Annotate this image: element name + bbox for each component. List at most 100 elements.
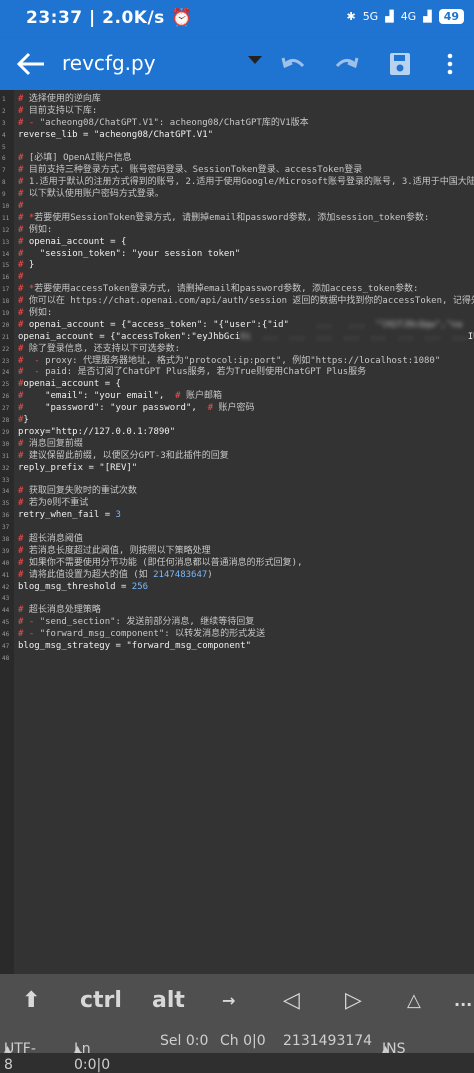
code-line[interactable]: 20 # openai_account = {"access_token": "{… (2, 320, 474, 332)
line-number: 38 (2, 535, 10, 543)
code-token: # (18, 248, 40, 259)
code-line[interactable]: 16 # (2, 272, 474, 284)
code-line[interactable]: 33 (2, 475, 474, 487)
code-line[interactable]: 18 # 你可以在 https://chat.openai.com/api/aut… (2, 296, 474, 308)
code-line[interactable]: 14 # "session_token": "your session token… (2, 249, 474, 261)
code-token: # (18, 486, 29, 497)
code-line[interactable]: 28 #} (2, 415, 474, 427)
code-line[interactable]: 22 # 除了登录信息, 还支持以下可选参数: (2, 344, 474, 356)
code-line[interactable]: 15 # } (2, 260, 474, 272)
shift-key[interactable]: ⬆ (22, 988, 40, 1013)
bluetooth-icon: ✱ (346, 10, 356, 23)
line-text: retry_when_fail = 3 (14, 510, 121, 522)
line-text: # 例如: (14, 308, 52, 320)
back-arrow-icon[interactable] (14, 48, 48, 80)
line-number: 41 (2, 571, 10, 579)
right-key[interactable]: ▷ (345, 988, 362, 1013)
code-line[interactable]: 5 (2, 142, 474, 154)
code-line[interactable]: 29 proxy="http://127.0.0.1:7890" (2, 427, 474, 439)
code-line[interactable]: 35 # 若为0则不重试 (2, 498, 474, 510)
line-number: 31 (2, 452, 10, 460)
code-line[interactable]: 9 # 以下默认使用账户密码方式登录。 (2, 189, 474, 201)
code-line[interactable]: 7 # 目前支持三种登录方式: 账号密码登录、SessionToken登录、acc… (2, 165, 474, 177)
line-text: # 如果你不需要使用分节功能 (即任何消息都以普通消息的形式回复), (14, 558, 303, 570)
code-line[interactable]: 25 #openai_account = { (2, 379, 474, 391)
code-token: proxy="http://127.0.0.1:7890" (18, 426, 176, 437)
code-line[interactable]: 2 # 目前支持以下库: (2, 106, 474, 118)
code-token: # (18, 391, 46, 402)
code-editor[interactable]: 1 # 选择使用的逆向库 2 # 目前支持以下库: 3 # - "acheong08/Ch… (0, 90, 474, 974)
code-line[interactable]: 3 # - "acheong08/ChatGPT.V1": acheong08/C… (2, 118, 474, 130)
redo-icon[interactable] (331, 50, 361, 78)
code-line[interactable]: 19 # 例如: (2, 308, 474, 320)
code-line[interactable]: 12 # 例如: (2, 225, 474, 237)
dropdown-icon[interactable] (248, 56, 262, 64)
code-token: # - (18, 367, 46, 378)
code-line[interactable]: 10 # (2, 201, 474, 213)
code-line[interactable]: 43 (2, 593, 474, 605)
line-number: 45 (2, 619, 10, 627)
more-icon[interactable] (435, 50, 465, 78)
line-number: 16 (2, 274, 10, 282)
code-line[interactable]: 30 # 消息回复前缀 (2, 439, 474, 451)
line-text: # 建议保留此前缀, 以便区分GPT-3和此插件的回复 (14, 451, 229, 463)
selection-info: Sel 0:0 (160, 1032, 209, 1049)
line-text: # 除了登录信息, 还支持以下可选参数: (14, 344, 180, 356)
line-text (14, 142, 18, 154)
code-line[interactable]: 37 (2, 522, 474, 534)
code-token: "password": "your password", (45, 403, 208, 414)
code-line[interactable]: 34 # 获取回复失败时的重试次数 (2, 486, 474, 498)
code-line[interactable]: 40 # 如果你不需要使用分节功能 (即任何消息都以普通消息的形式回复), (2, 558, 474, 570)
code-line[interactable]: 48 (2, 653, 474, 665)
code-line[interactable]: 27 # "password": "your password", # 账户密码 (2, 403, 474, 415)
code-line[interactable]: 45 # - "send_section": 发送前部分消息, 继续等待回复 (2, 617, 474, 629)
code-line[interactable]: 41 # 请将此值设置为超大的值 (如 2147483647) (2, 570, 474, 582)
code-token: 目前支持三种登录方式: 账号密码登录、SessionToken登录、access… (28, 165, 363, 176)
line-number: 46 (2, 631, 10, 639)
line-text: # - "send_section": 发送前部分消息, 继续等待回复 (14, 617, 254, 629)
line-text: blog_msg_strategy = "forward_msg_compone… (14, 641, 251, 653)
code-line[interactable]: 44 # 超长消息处理策略 (2, 605, 474, 617)
alt-key[interactable]: alt (152, 988, 185, 1013)
code-line[interactable]: 46 # - "forward_msg_component": 以转发消息的形式发… (2, 629, 474, 641)
code-line[interactable]: 17 # *若要使用accessToken登录方式, 请删掉email和passw… (2, 284, 474, 296)
code-line[interactable]: 31 # 建议保留此前缀, 以便区分GPT-3和此插件的回复 (2, 451, 474, 463)
code-line[interactable]: 11 # *若要使用SessionToken登录方式, 请删掉email和pass… (2, 213, 474, 225)
code-line[interactable]: 6 # [必填] OpenAI账户信息 (2, 153, 474, 165)
code-line[interactable]: 8 # 1.适用于默认的注册方式得到的账号, 2.适用于使用Google/Micr… (2, 177, 474, 189)
code-line[interactable]: 26 # "email": "your email", # 账户邮箱 (2, 391, 474, 403)
save-icon[interactable] (385, 50, 415, 78)
code-line[interactable]: 23 # - proxy: 代理服务器地址, 格式为"protocol:ip:po… (2, 356, 474, 368)
more-keys[interactable]: ... (454, 991, 472, 1010)
ctrl-key[interactable]: ctrl (80, 988, 122, 1013)
code-line[interactable]: 39 # 若消息长度超过此阈值, 则按照以下策略处理 (2, 546, 474, 558)
code-token: blog_msg_threshold = (18, 581, 132, 592)
code-token: # (18, 296, 29, 307)
left-key[interactable]: ◁ (283, 988, 300, 1013)
code-line[interactable]: 42 blog_msg_threshold = 256 (2, 582, 474, 594)
code-line[interactable]: 4 reverse_lib = "acheong08/ChatGPT.V1" (2, 130, 474, 142)
line-number: 20 (2, 321, 10, 329)
code-line[interactable]: 47 blog_msg_strategy = "forward_msg_compo… (2, 641, 474, 653)
line-text: # "password": "your password", # 账户密码 (14, 403, 255, 415)
code-line[interactable]: 38 # 超长消息阈值 (2, 534, 474, 546)
code-token: blog_msg_strategy = "forward_msg_compone… (18, 640, 251, 651)
file-title[interactable]: revcfg.py (62, 51, 156, 75)
code-line[interactable]: 32 reply_prefix = "[REV]" (2, 463, 474, 475)
tab-key[interactable]: → (222, 991, 235, 1010)
line-number: 15 (2, 262, 10, 270)
code-token: # (18, 308, 29, 319)
code-token: # (18, 236, 29, 247)
code-line[interactable]: 13 # openai_account = { (2, 237, 474, 249)
undo-icon[interactable] (279, 50, 309, 78)
status-time: 23:37 | 2.0K/s ⏰ (26, 8, 193, 28)
line-number: 2 (2, 107, 6, 115)
code-line[interactable]: 1 # 选择使用的逆向库 (2, 94, 474, 106)
up-key[interactable]: △ (407, 990, 421, 1011)
code-token: } (28, 260, 35, 271)
code-token: "acheong08/ChatGPT.V1": acheong08/ChatGP… (39, 117, 309, 128)
code-token: ... ... "lH2fJ0cQqw","na (288, 319, 463, 330)
code-line[interactable]: 36 retry_when_fail = 3 (2, 510, 474, 522)
code-line[interactable]: 24 # - paid: 是否订阅了ChatGPT Plus服务, 若为True则… (2, 367, 474, 379)
code-line[interactable]: 21 openai_account = {"accessToken":"eyJhb… (2, 332, 474, 344)
